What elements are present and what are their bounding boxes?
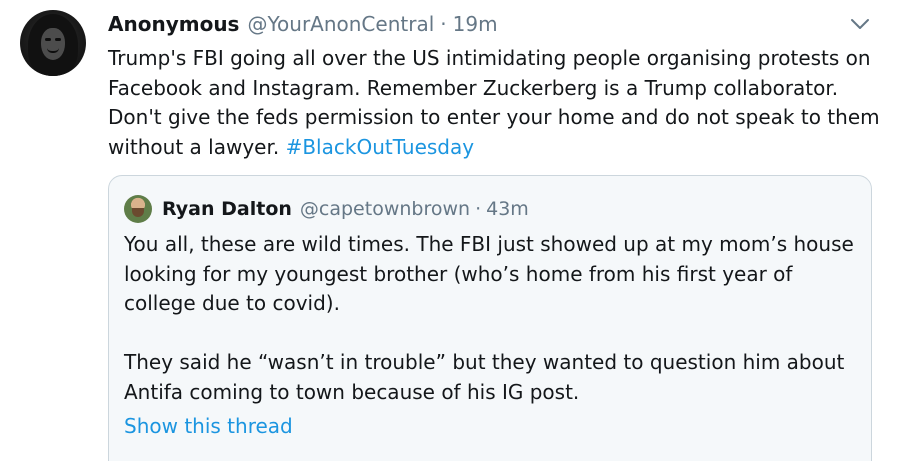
tweet-timestamp[interactable]: 19m <box>453 12 498 36</box>
quoted-author-avatar <box>124 195 152 223</box>
author-name[interactable]: Anonymous <box>108 12 239 36</box>
separator-dot: · <box>440 12 447 36</box>
quoted-separator-dot: · <box>475 198 482 220</box>
show-thread-link[interactable]: Show this thread <box>124 414 293 438</box>
avatar-eye-left <box>45 38 51 41</box>
quoted-tweet[interactable]: Ryan Dalton @capetownbrown · 43m You all… <box>108 175 872 461</box>
tweet-header: Anonymous @YourAnonCentral · 19m <box>108 10 498 38</box>
hashtag-link[interactable]: #BlackOutTuesday <box>286 135 475 159</box>
quoted-author-handle: @capetownbrown <box>299 198 471 220</box>
tweet[interactable]: Anonymous @YourAnonCentral · 19m Trump's… <box>0 0 916 461</box>
quoted-author-name: Ryan Dalton <box>162 198 292 220</box>
author-avatar[interactable] <box>20 10 86 76</box>
tweet-text-body: Trump's FBI going all over the US intimi… <box>108 46 880 159</box>
quoted-tweet-text: You all, these are wild times. The FBI j… <box>124 232 854 404</box>
quoted-avatar-beard-shape <box>132 208 144 217</box>
avatar-mask-shape <box>41 28 65 60</box>
author-handle[interactable]: @YourAnonCentral <box>247 12 434 36</box>
quoted-tweet-header: Ryan Dalton @capetownbrown · 43m <box>162 195 529 223</box>
quoted-tweet-timestamp: 43m <box>486 198 529 220</box>
avatar-eye-right <box>55 38 61 41</box>
chevron-down-icon[interactable] <box>848 12 872 36</box>
tweet-text: Trump's FBI going all over the US intimi… <box>108 44 898 162</box>
